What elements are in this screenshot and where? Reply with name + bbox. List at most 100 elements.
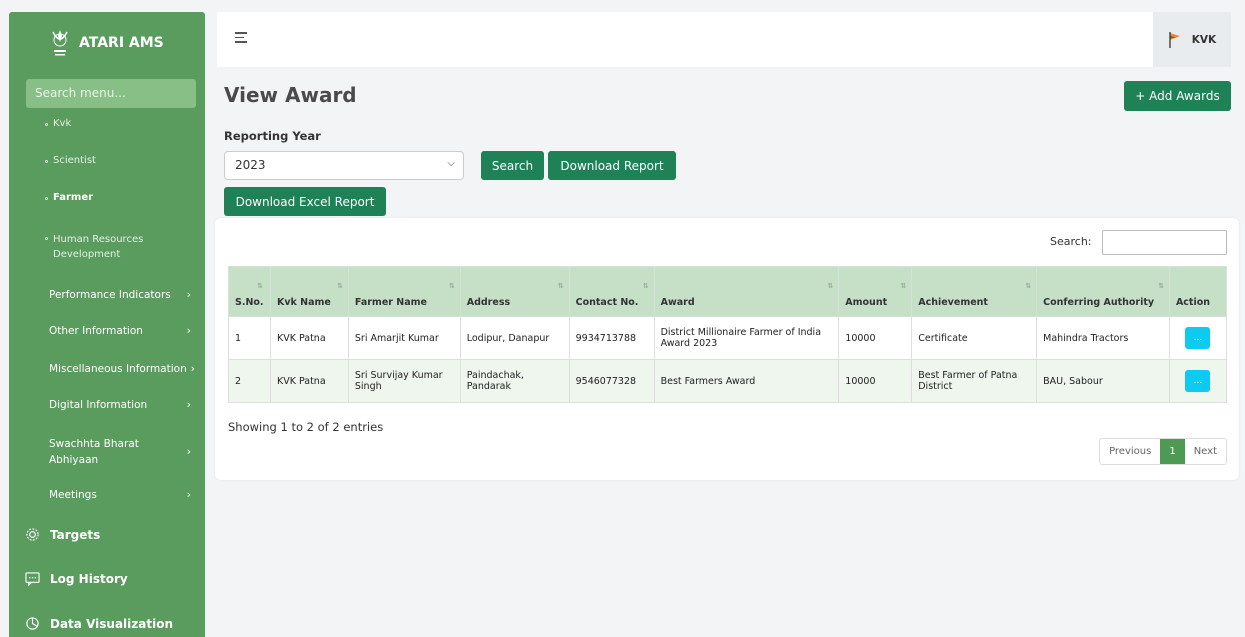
sidebar-item-hrd[interactable]: Human Resources Development bbox=[9, 232, 179, 262]
cell-action: ... bbox=[1168, 316, 1228, 360]
pagination-previous[interactable]: Previous bbox=[1100, 439, 1160, 464]
sidebar-item-targets[interactable]: Targets bbox=[9, 527, 100, 542]
cell-action: ... bbox=[1168, 359, 1228, 403]
sort-icon: ⇅ bbox=[1158, 282, 1164, 290]
sidebar-item-other-information[interactable]: Other Information › bbox=[9, 324, 205, 337]
sidebar-item-label: Meetings bbox=[49, 488, 97, 501]
sidebar: ATARI AMS Search menu... Kvk Scientist F… bbox=[9, 12, 205, 637]
chevron-right-icon: › bbox=[190, 362, 195, 375]
chevron-right-icon: › bbox=[186, 445, 191, 458]
sidebar-item-label: Performance Indicators bbox=[49, 288, 171, 301]
sidebar-item-digital-information[interactable]: Digital Information › bbox=[9, 398, 205, 411]
sort-icon: ⇅ bbox=[557, 282, 564, 290]
column-header-action: Action bbox=[1168, 266, 1228, 317]
sidebar-item-performance-indicators[interactable]: Performance Indicators › bbox=[9, 288, 205, 301]
add-awards-button[interactable]: + Add Awards bbox=[1124, 81, 1231, 111]
header-label: Achievement bbox=[918, 297, 988, 308]
header-label: Kvk Name bbox=[276, 297, 331, 308]
download-report-button[interactable]: Download Report bbox=[548, 151, 676, 180]
cell-farmer-name: Sri Amarjit Kumar bbox=[347, 316, 461, 360]
column-header-contact-no[interactable]: Contact No. ⇅ bbox=[568, 266, 655, 317]
header-label: Conferring Authority bbox=[1043, 297, 1155, 308]
reporting-year-select[interactable]: 2023 ⌵ bbox=[224, 151, 464, 180]
cell-contact-no: 9934713788 bbox=[568, 316, 655, 360]
header-label: S.No. bbox=[235, 297, 264, 308]
sidebar-item-miscellaneous-information[interactable]: Miscellaneous Information › bbox=[9, 362, 205, 375]
top-bar: KVK bbox=[217, 12, 1231, 67]
column-header-farmer-name[interactable]: Farmer Name ⇅ bbox=[347, 266, 461, 317]
cell-achievement: Best Farmer of Patna District bbox=[911, 359, 1038, 403]
cell-address: Paindachak, Pandarak bbox=[459, 359, 570, 403]
table-row: 1 KVK Patna Sri Amarjit Kumar Lodipur, D… bbox=[228, 316, 1228, 360]
cell-contact-no: 9546077328 bbox=[568, 359, 655, 403]
cell-award: Best Farmers Award bbox=[653, 359, 840, 403]
sidebar-item-label: Other Information bbox=[49, 324, 143, 337]
sidebar-item-label: Log History bbox=[50, 571, 128, 586]
column-header-address[interactable]: Address ⇅ bbox=[459, 266, 570, 317]
sidebar-item-label: Human Resources Development bbox=[53, 234, 144, 260]
column-header-kvk-name[interactable]: Kvk Name ⇅ bbox=[269, 266, 349, 317]
sidebar-item-swachhta-bharat[interactable]: Swachhta Bharat Abhiyaan › bbox=[9, 436, 205, 468]
sidebar-item-log-history[interactable]: Log History bbox=[9, 571, 128, 586]
brand-title: ATARI AMS bbox=[79, 35, 164, 51]
header-label: Address bbox=[466, 297, 511, 308]
header-label: Award bbox=[660, 297, 695, 308]
cell-amount: 10000 bbox=[838, 316, 913, 360]
row-action-button[interactable]: ... bbox=[1185, 370, 1211, 392]
column-header-sno[interactable]: ⇅ S.No. bbox=[228, 266, 271, 317]
chart-icon bbox=[26, 617, 39, 630]
sidebar-item-data-visualization[interactable]: Data Visualization bbox=[9, 616, 173, 631]
cell-conferring-authority: Mahindra Tractors bbox=[1036, 316, 1170, 360]
column-header-amount[interactable]: Amount ⇅ bbox=[838, 266, 913, 317]
page-title: View Award bbox=[224, 83, 357, 107]
pagination-page-1[interactable]: 1 bbox=[1160, 439, 1185, 464]
search-button[interactable]: Search bbox=[481, 151, 544, 180]
user-menu[interactable]: KVK bbox=[1153, 12, 1231, 67]
message-icon bbox=[25, 572, 40, 586]
table-info: Showing 1 to 2 of 2 entries bbox=[228, 420, 384, 434]
sort-icon: ⇅ bbox=[827, 282, 834, 290]
table-search-label: Search: bbox=[1050, 235, 1092, 248]
search-menu-input[interactable]: Search menu... bbox=[26, 79, 196, 108]
sort-icon: ⇅ bbox=[337, 282, 343, 290]
row-action-button[interactable]: ... bbox=[1185, 327, 1211, 349]
column-header-conferring-authority[interactable]: Conferring Authority ⇅ bbox=[1036, 266, 1170, 317]
chevron-right-icon: › bbox=[186, 324, 191, 337]
cell-sno: 1 bbox=[228, 316, 271, 360]
sidebar-item-label: Digital Information bbox=[49, 398, 148, 411]
chevron-right-icon: › bbox=[186, 398, 191, 411]
sidebar-item-label: Kvk bbox=[53, 118, 72, 129]
sidebar-item-farmer[interactable]: Farmer bbox=[9, 192, 93, 203]
chevron-down-icon: ⌵ bbox=[447, 158, 455, 169]
cell-kvk-name: KVK Patna bbox=[269, 359, 349, 403]
flag-icon bbox=[1169, 31, 1180, 48]
icar-logo-icon bbox=[52, 30, 68, 56]
pagination-next[interactable]: Next bbox=[1185, 439, 1226, 464]
table-search-input[interactable] bbox=[1102, 230, 1227, 255]
header-label: Farmer Name bbox=[354, 297, 427, 308]
header-label: Amount bbox=[845, 297, 888, 308]
chevron-right-icon: › bbox=[186, 488, 191, 501]
reporting-year-value: 2023 bbox=[235, 158, 266, 172]
cell-address: Lodipur, Danapur bbox=[459, 316, 570, 360]
cell-amount: 10000 bbox=[838, 359, 913, 403]
header-label: Action bbox=[1175, 297, 1211, 308]
reporting-year-label: Reporting Year bbox=[224, 129, 321, 143]
bullet-icon bbox=[45, 237, 48, 240]
menu-toggle-icon[interactable] bbox=[235, 32, 247, 46]
gear-icon bbox=[26, 528, 39, 541]
sort-icon: ⇅ bbox=[642, 282, 649, 290]
column-header-award[interactable]: Award ⇅ bbox=[653, 266, 840, 317]
brand[interactable]: ATARI AMS bbox=[9, 12, 205, 74]
sidebar-item-scientist[interactable]: Scientist bbox=[9, 155, 96, 166]
column-header-achievement[interactable]: Achievement ⇅ bbox=[911, 266, 1038, 317]
awards-table: ⇅ S.No. Kvk Name ⇅ Farmer Name ⇅ Address ⇅ C… bbox=[228, 266, 1228, 403]
sort-icon: ⇅ bbox=[257, 282, 263, 290]
header-label: Contact No. bbox=[575, 297, 639, 308]
sort-icon: ⇅ bbox=[1025, 282, 1032, 290]
sidebar-item-kvk[interactable]: Kvk bbox=[9, 118, 71, 129]
download-excel-report-button[interactable]: Download Excel Report bbox=[224, 187, 386, 216]
sidebar-item-meetings[interactable]: Meetings › bbox=[9, 488, 205, 501]
sidebar-item-label: Targets bbox=[50, 527, 101, 542]
user-name: KVK bbox=[1191, 33, 1217, 46]
